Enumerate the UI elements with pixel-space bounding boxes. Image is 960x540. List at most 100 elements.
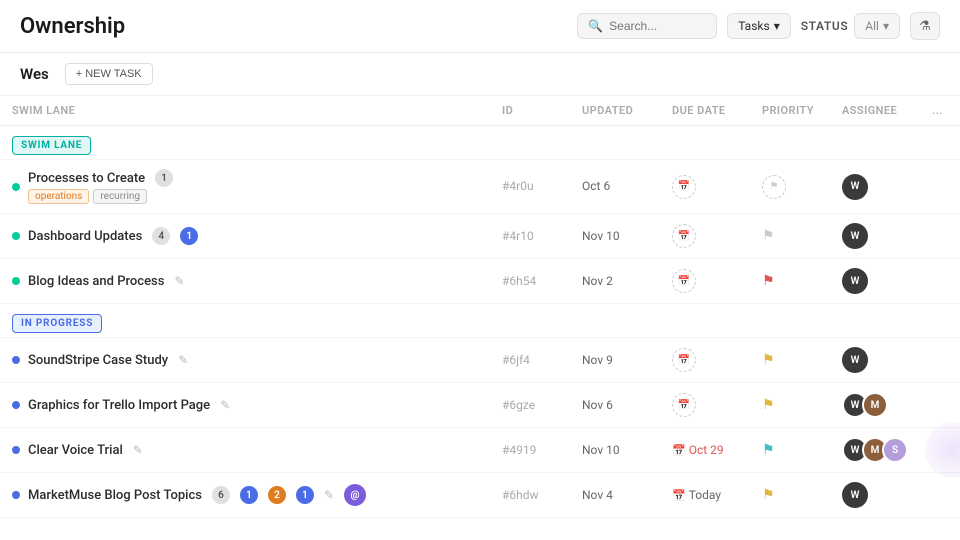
chevron-down-icon: ▾ — [883, 19, 889, 33]
table-row[interactable]: Google Analytics Saturday Reports #3uhe … — [0, 518, 960, 527]
priority-flag-yellow: ⚑ — [762, 352, 775, 368]
tasks-dropdown[interactable]: Tasks ▾ — [727, 13, 791, 39]
task-updated: Nov 4 — [570, 473, 660, 518]
task-assignee: W — [830, 518, 920, 527]
status-dot — [12, 446, 20, 454]
edit-icon[interactable]: ✎ — [133, 443, 143, 457]
status-dot — [12, 356, 20, 364]
section-swim-lane: SWIM LANE — [0, 126, 960, 160]
header: Ownership 🔍 Tasks ▾ STATUS All ▾ ⚗ — [0, 0, 960, 53]
task-more[interactable] — [920, 214, 960, 259]
avatar-stack: W M — [842, 392, 908, 418]
task-assignee: W — [830, 214, 920, 259]
task-name-cell: MarketMuse Blog Post Topics 6 1 2 1 ✎ @ — [0, 473, 490, 518]
table-row[interactable]: Processes to Create 1 operations recurri… — [0, 160, 960, 214]
task-more[interactable] — [920, 473, 960, 518]
priority-flag-teal: ⚑ — [762, 442, 775, 458]
col-header-assignee: ASSIGNEE — [830, 96, 920, 126]
priority-flag-none: ⚑ — [762, 228, 775, 244]
task-priority: ⚑ — [750, 428, 830, 473]
status-filter: STATUS All ▾ — [801, 13, 900, 39]
due-date-overdue: Oct 29 — [689, 443, 724, 457]
status-dot — [12, 232, 20, 240]
avatar: S — [882, 437, 908, 463]
task-badge-count: 4 — [152, 227, 170, 245]
task-due: 📅 Today — [660, 473, 750, 518]
new-task-button[interactable]: + NEW TASK — [65, 63, 153, 85]
table-row[interactable]: Dashboard Updates 4 1 #4r10 Nov 10 📅 ⚑ W — [0, 214, 960, 259]
task-due: 📅 Oct 29 — [660, 428, 750, 473]
task-title: MarketMuse Blog Post Topics — [28, 488, 202, 503]
table-row[interactable]: Blog Ideas and Process ✎ #6h54 Nov 2 📅 ⚑… — [0, 259, 960, 304]
task-title: Processes to Create — [28, 171, 145, 186]
task-title: Graphics for Trello Import Page — [28, 398, 210, 413]
task-id: #6hdw — [490, 473, 570, 518]
header-controls: 🔍 Tasks ▾ STATUS All ▾ ⚗ — [577, 12, 940, 40]
task-updated: Nov 6 — [570, 383, 660, 428]
due-date-icon: 📅 — [672, 224, 696, 248]
search-box[interactable]: 🔍 — [577, 13, 717, 39]
avatar: W — [842, 174, 868, 200]
task-more[interactable] — [920, 383, 960, 428]
calendar-icon: 📅 — [672, 444, 686, 457]
edit-icon[interactable]: ✎ — [178, 353, 188, 367]
task-updated: Nov 10 — [570, 428, 660, 473]
priority-flag-yellow: ⚑ — [762, 397, 775, 413]
priority-flag-yellow: ⚑ — [762, 487, 775, 503]
avatar-stack: W M S — [842, 437, 908, 463]
task-priority: ⚑ — [750, 259, 830, 304]
task-title: SoundStripe Case Study — [28, 353, 168, 368]
edit-icon[interactable]: ✎ — [220, 398, 230, 412]
task-priority: ⚑ — [750, 518, 830, 527]
badge-6: 6 — [212, 486, 230, 504]
task-more[interactable] — [920, 428, 960, 473]
task-due: 📅 — [660, 214, 750, 259]
search-icon: 🔍 — [588, 19, 603, 33]
task-updated: Nov 2 — [570, 259, 660, 304]
avatar: W — [842, 268, 868, 294]
search-input[interactable] — [609, 19, 689, 33]
task-id: #3uhe — [490, 518, 570, 527]
task-due: 📅 — [660, 338, 750, 383]
table-header-row: SWIM LANE ID UPDATED DUE DATE PRIORITY A… — [0, 96, 960, 126]
task-assignee: W — [830, 259, 920, 304]
task-assignee: W — [830, 473, 920, 518]
task-name-cell: Dashboard Updates 4 1 — [0, 214, 490, 259]
filter-button[interactable]: ⚗ — [910, 12, 940, 40]
col-header-due: DUE DATE — [660, 96, 750, 126]
task-due: 📅 — [660, 259, 750, 304]
task-updated: Nov 10 — [570, 518, 660, 527]
edit-icon[interactable]: ✎ — [174, 274, 184, 288]
badge-1b: 1 — [296, 486, 314, 504]
status-dot — [12, 491, 20, 499]
task-more[interactable] — [920, 518, 960, 527]
sub-header: Wes + NEW TASK — [0, 53, 960, 96]
due-date-icon: 📅 — [672, 348, 696, 372]
due-date-today: Today — [689, 488, 721, 502]
task-priority: ⚑ — [750, 383, 830, 428]
badge-2: 2 — [268, 486, 286, 504]
task-more[interactable] — [920, 259, 960, 304]
filter-icon: ⚗ — [919, 19, 931, 34]
table-row[interactable]: Clear Voice Trial ✎ #4919 Nov 10 📅 Oct 2… — [0, 428, 960, 473]
task-assignee: W — [830, 160, 920, 214]
task-more[interactable] — [920, 338, 960, 383]
task-assignee: W M — [830, 383, 920, 428]
table-row[interactable]: MarketMuse Blog Post Topics 6 1 2 1 ✎ @ … — [0, 473, 960, 518]
user-label: Wes — [20, 65, 49, 83]
avatar: W — [842, 482, 868, 508]
task-priority: ⚑ — [750, 473, 830, 518]
task-badge-count: 1 — [155, 169, 173, 187]
table-row[interactable]: Graphics for Trello Import Page ✎ #6gze … — [0, 383, 960, 428]
task-id: #4r0u — [490, 160, 570, 214]
avatar: W — [842, 347, 868, 373]
status-dropdown[interactable]: All ▾ — [854, 13, 900, 39]
task-updated: Nov 9 — [570, 338, 660, 383]
table-row[interactable]: SoundStripe Case Study ✎ #6jf4 Nov 9 📅 ⚑… — [0, 338, 960, 383]
status-dot — [12, 401, 20, 409]
task-updated: Oct 6 — [570, 160, 660, 214]
edit-icon[interactable]: ✎ — [324, 488, 334, 502]
col-header-id: ID — [490, 96, 570, 126]
task-name-cell: Blog Ideas and Process ✎ — [0, 259, 490, 304]
task-more[interactable] — [920, 160, 960, 214]
